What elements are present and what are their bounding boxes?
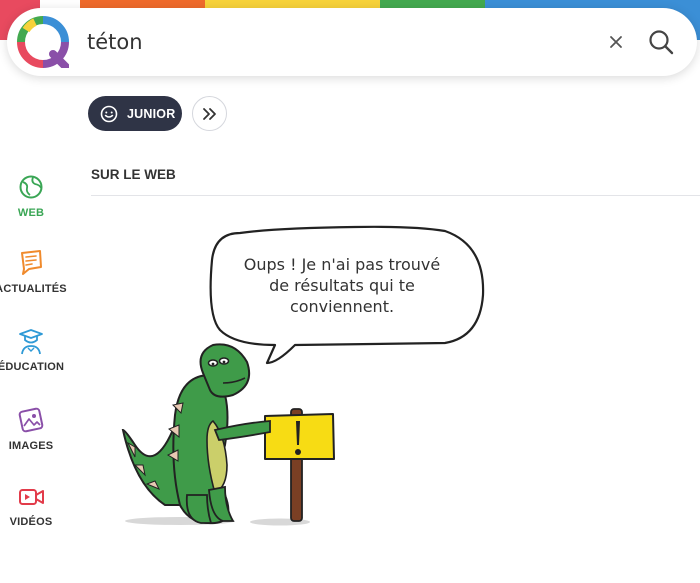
sidebar-item-web[interactable]: WEB [0, 173, 66, 219]
search-bar [7, 8, 697, 76]
sidebar-item-label: VIDÉOS [9, 516, 53, 528]
qwant-logo[interactable] [17, 16, 69, 68]
junior-mode-button[interactable]: JUNIOR [88, 96, 182, 131]
sidebar-item-label: IMAGES [8, 440, 54, 452]
clear-icon[interactable] [604, 30, 628, 54]
search-icon[interactable] [647, 28, 675, 56]
video-icon [19, 489, 44, 505]
sidebar-item-videos[interactable]: VIDÉOS [0, 482, 66, 528]
section-divider [91, 195, 700, 196]
image-icon [18, 407, 44, 433]
sidebar-item-images[interactable]: IMAGES [0, 406, 66, 452]
section-title: SUR LE WEB [91, 167, 176, 182]
smiley-icon [100, 105, 118, 122]
sidebar-item-actualites[interactable]: ACTUALITÉS [0, 249, 67, 295]
graduation-icon [19, 329, 43, 355]
sidebar-item-education[interactable]: ÉDUCATION [0, 327, 66, 373]
junior-label: JUNIOR [127, 106, 176, 121]
sidebar-item-label: ÉDUCATION [0, 361, 65, 373]
double-chevron-right-icon [202, 107, 216, 120]
search-input[interactable] [87, 26, 567, 58]
sidebar-item-label: WEB [17, 207, 45, 219]
globe-icon [19, 175, 43, 199]
more-filters-button[interactable] [192, 96, 227, 131]
news-icon [21, 250, 42, 275]
sidebar-item-label: ACTUALITÉS [0, 283, 67, 295]
empty-state-message: Oups ! Je n'ai pas trouvé de résultats q… [243, 255, 441, 316]
